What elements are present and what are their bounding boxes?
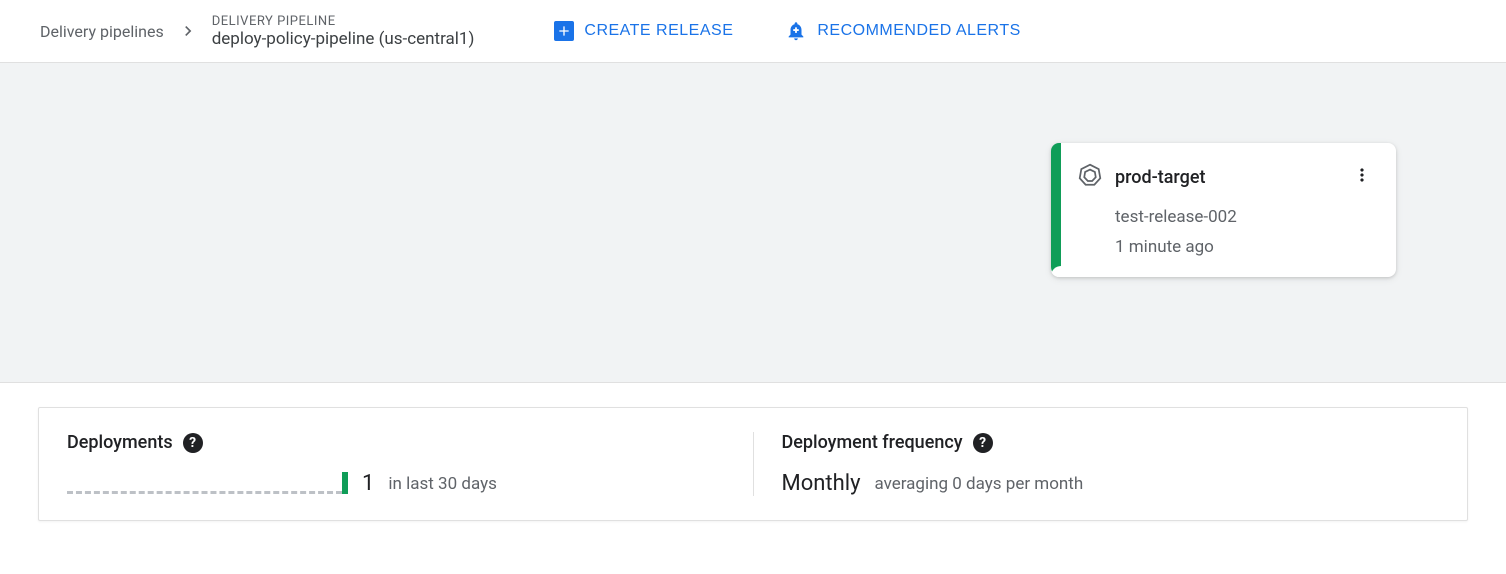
breadcrumb-parent-link[interactable]: Delivery pipelines	[40, 22, 164, 41]
create-release-button[interactable]: CREATE RELEASE	[542, 13, 745, 49]
kubernetes-icon	[1077, 162, 1103, 192]
more-vert-icon[interactable]	[1348, 161, 1376, 193]
target-status-accent	[1051, 143, 1061, 277]
recommended-alerts-label: RECOMMENDED ALERTS	[817, 22, 1020, 40]
help-icon[interactable]: ?	[183, 433, 203, 453]
target-name[interactable]: prod-target	[1115, 167, 1336, 188]
create-release-label: CREATE RELEASE	[584, 22, 733, 40]
plus-icon	[554, 21, 574, 41]
bell-plus-icon	[785, 20, 807, 42]
deployments-value: 1	[362, 471, 374, 496]
target-time: 1 minute ago	[1115, 237, 1376, 257]
target-card[interactable]: prod-target test-release-002 1 minute ag…	[1051, 143, 1396, 277]
frequency-stat: Deployment frequency ? Monthly averaging…	[754, 432, 1468, 496]
deployments-stat: Deployments ? 1 in last 30 days	[39, 432, 754, 496]
deployments-sub: in last 30 days	[388, 474, 497, 494]
stats-panel: Deployments ? 1 in last 30 days Deployme…	[38, 407, 1468, 521]
breadcrumb-label: DELIVERY PIPELINE	[212, 14, 475, 29]
frequency-title: Deployment frequency	[782, 432, 963, 453]
chevron-right-icon	[178, 21, 198, 41]
target-release[interactable]: test-release-002	[1115, 207, 1376, 227]
breadcrumb-title: deploy-policy-pipeline (us-central1)	[212, 29, 475, 49]
recommended-alerts-button[interactable]: RECOMMENDED ALERTS	[773, 12, 1032, 50]
breadcrumb-current: DELIVERY PIPELINE deploy-policy-pipeline…	[212, 14, 475, 49]
target-body: prod-target test-release-002 1 minute ag…	[1061, 143, 1396, 277]
pipeline-canvas[interactable]: prod-target test-release-002 1 minute ag…	[0, 63, 1506, 383]
deployments-sparkline	[67, 474, 348, 494]
target-header: prod-target	[1077, 161, 1376, 193]
frequency-value: Monthly	[782, 471, 861, 496]
deployments-title: Deployments	[67, 432, 173, 453]
help-icon[interactable]: ?	[973, 433, 993, 453]
header-bar: Delivery pipelines DELIVERY PIPELINE dep…	[0, 0, 1506, 63]
frequency-sub: averaging 0 days per month	[874, 474, 1083, 494]
